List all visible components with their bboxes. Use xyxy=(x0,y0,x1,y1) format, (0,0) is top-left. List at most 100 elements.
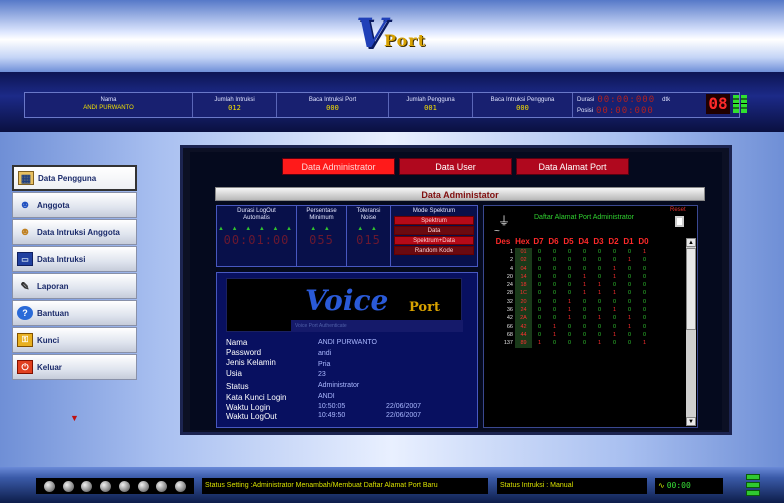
port-col-header: D4 xyxy=(578,237,589,246)
clock-display: ∿ 00:00 xyxy=(655,478,723,494)
table-row[interactable]: 32 20 0 0 1 0 0 0 0 0 xyxy=(493,297,652,307)
table-row[interactable]: 1 01 0 0 0 0 0 0 0 1 xyxy=(493,248,652,257)
reset-button[interactable] xyxy=(675,216,684,227)
indicator-button-4[interactable] xyxy=(100,480,112,492)
sidebar-item-bantuan[interactable]: ? Bantuan xyxy=(12,300,137,326)
tab-data-administrator[interactable]: Data Administrator xyxy=(282,158,395,175)
durasi-adjust-arrows-icon[interactable]: ▲ ▲ ▲ ▲ ▲ ▲ xyxy=(217,226,296,233)
table-row[interactable]: 42 2A 0 0 1 0 1 0 1 0 xyxy=(493,314,652,323)
table-row[interactable]: 20 14 0 0 0 1 0 1 0 0 xyxy=(493,272,652,282)
bit-cell: 0 xyxy=(642,265,647,272)
indicator-button-5[interactable] xyxy=(118,480,130,492)
bit-cell: 0 xyxy=(552,315,557,322)
sidebar-item-data-intruksi-anggota[interactable]: ☻ Data Intruksi Anggota xyxy=(12,219,137,245)
status-value: Administrator xyxy=(318,382,360,389)
bit-cell: 1 xyxy=(582,282,587,289)
bit-cell: 0 xyxy=(582,331,587,338)
tab-data-alamat-port[interactable]: Data Alamat Port xyxy=(516,158,629,175)
bit-cell: 0 xyxy=(537,282,542,289)
bit-cell: 1 xyxy=(537,340,542,347)
bit-cell: 0 xyxy=(537,290,542,297)
scroll-down-icon[interactable]: ▼ xyxy=(686,417,696,426)
port-table-scrollbar[interactable]: ▲ ▼ xyxy=(686,238,696,426)
toleransi-adjust-arrows-icon[interactable]: ▲ ▲ xyxy=(347,226,390,233)
port-col-header: D1 xyxy=(623,237,634,246)
mode-data-button[interactable]: Data xyxy=(394,226,474,235)
bit-cell: 1 xyxy=(612,331,617,338)
monitor-icon: ▭ xyxy=(17,252,33,266)
level-meter-right xyxy=(741,95,747,113)
bit-cell: 0 xyxy=(612,315,617,322)
table-row[interactable]: 28 1C 0 0 0 1 1 1 0 0 xyxy=(493,289,652,298)
bit-cell: 0 xyxy=(642,290,647,297)
red-segment-display: 08 xyxy=(706,94,730,114)
bit-cell: 1 xyxy=(582,290,587,297)
table-row[interactable]: 24 18 0 0 0 1 1 0 0 0 xyxy=(493,281,652,290)
bit-cell: 0 xyxy=(597,331,602,338)
jenis-kelamin-value: Pria xyxy=(318,361,331,368)
usia-value: 23 xyxy=(318,371,326,378)
sidebar-item-kunci[interactable]: ⚿ Kunci xyxy=(12,327,137,353)
scroll-down-arrow-icon[interactable]: ▼ xyxy=(70,413,79,423)
server-stack-icon[interactable] xyxy=(746,474,760,496)
bit-cell: 0 xyxy=(567,290,572,297)
table-row[interactable]: 36 24 0 0 1 0 0 1 0 0 xyxy=(493,306,652,315)
bit-cell: 1 xyxy=(612,290,617,297)
indicator-button-1[interactable] xyxy=(43,480,55,492)
indicator-button-2[interactable] xyxy=(62,480,74,492)
indicator-button-6[interactable] xyxy=(137,480,149,492)
table-row[interactable]: 4 04 0 0 0 0 0 1 0 0 xyxy=(493,264,652,273)
table-row[interactable]: 68 44 0 1 0 0 0 1 0 0 xyxy=(493,330,652,340)
bit-cell: 0 xyxy=(537,307,542,314)
voiceport-banner: Voice Port Voice Port Authenticate xyxy=(226,278,463,332)
bit-cell: 1 xyxy=(597,282,602,289)
persentase-adjust-arrows-icon[interactable]: ▲ ▲ xyxy=(297,226,346,233)
bit-cell: 0 xyxy=(627,340,632,347)
bit-cell: 0 xyxy=(567,340,572,347)
status-intruksi: Status Intruksi : Manual xyxy=(497,478,647,494)
dec-cell: 32 xyxy=(506,298,513,305)
bit-cell: 1 xyxy=(627,257,632,264)
scroll-up-icon[interactable]: ▲ xyxy=(686,238,696,247)
bit-cell: 1 xyxy=(552,331,557,338)
port-table[interactable]: 1 01 0 0 0 0 0 0 0 1 2 02 0 0 0 0 0 0 1 0 4 04 0 0 0 0 0 1 0 0 20 14 0 0 0… xyxy=(493,248,652,348)
sidebar-item-data-pengguna[interactable]: ▦ Data Pengguna xyxy=(12,165,137,191)
bit-cell: 1 xyxy=(612,307,617,314)
tab-data-user[interactable]: Data User xyxy=(399,158,512,175)
bit-cell: 0 xyxy=(597,249,602,255)
indicator-button-7[interactable] xyxy=(156,480,168,492)
bit-cell: 0 xyxy=(537,265,542,272)
logout-time-value: 10:49:50 xyxy=(318,412,346,419)
sidebar-item-keluar[interactable]: ⏻ Keluar xyxy=(12,354,137,380)
bit-cell: 0 xyxy=(597,273,602,280)
hex-cell: 20 xyxy=(515,297,532,307)
indicator-button-3[interactable] xyxy=(81,480,93,492)
sidebar-item-laporan[interactable]: ✎ Laporan xyxy=(12,273,137,299)
dec-cell: 68 xyxy=(506,331,513,338)
mode-spektrum-button[interactable]: Spektrum xyxy=(394,216,474,225)
mode-random-kode-button[interactable]: Random Kode xyxy=(394,246,474,255)
indicator-button-8[interactable] xyxy=(175,480,187,492)
table-row[interactable]: 66 42 0 1 0 0 0 0 1 0 xyxy=(493,322,652,331)
bit-cell: 0 xyxy=(642,315,647,322)
bit-cell: 0 xyxy=(597,323,602,330)
mode-spektrum-data-button[interactable]: Spektrum+Data xyxy=(394,236,474,245)
table-row[interactable]: 2 02 0 0 0 0 0 0 1 0 xyxy=(493,256,652,265)
sidebar-item-anggota[interactable]: ☻ Anggota xyxy=(12,192,137,218)
hex-cell: 02 xyxy=(515,256,532,265)
scrollbar-thumb[interactable] xyxy=(686,248,696,330)
bit-cell: 0 xyxy=(567,273,572,280)
jumlah-intruksi-cell: Jumlah Intruksi 012 xyxy=(193,93,277,117)
dec-cell: 42 xyxy=(506,315,513,322)
bit-cell: 1 xyxy=(627,315,632,322)
port-col-header: D3 xyxy=(593,237,604,246)
bit-cell: 0 xyxy=(537,315,542,322)
bit-cell: 1 xyxy=(597,290,602,297)
baca-intruksi-pengguna-cell: Baca Intruksi Pengguna 000 xyxy=(473,93,573,117)
table-row[interactable]: 137 89 1 0 0 0 1 0 0 1 xyxy=(493,339,652,348)
bit-cell: 0 xyxy=(642,331,647,338)
bit-cell: 1 xyxy=(567,307,572,314)
port-col-header: Hex xyxy=(515,237,530,246)
sidebar-item-data-intruksi[interactable]: ▭ Data Intruksi xyxy=(12,246,137,272)
bit-cell: 1 xyxy=(597,315,602,322)
